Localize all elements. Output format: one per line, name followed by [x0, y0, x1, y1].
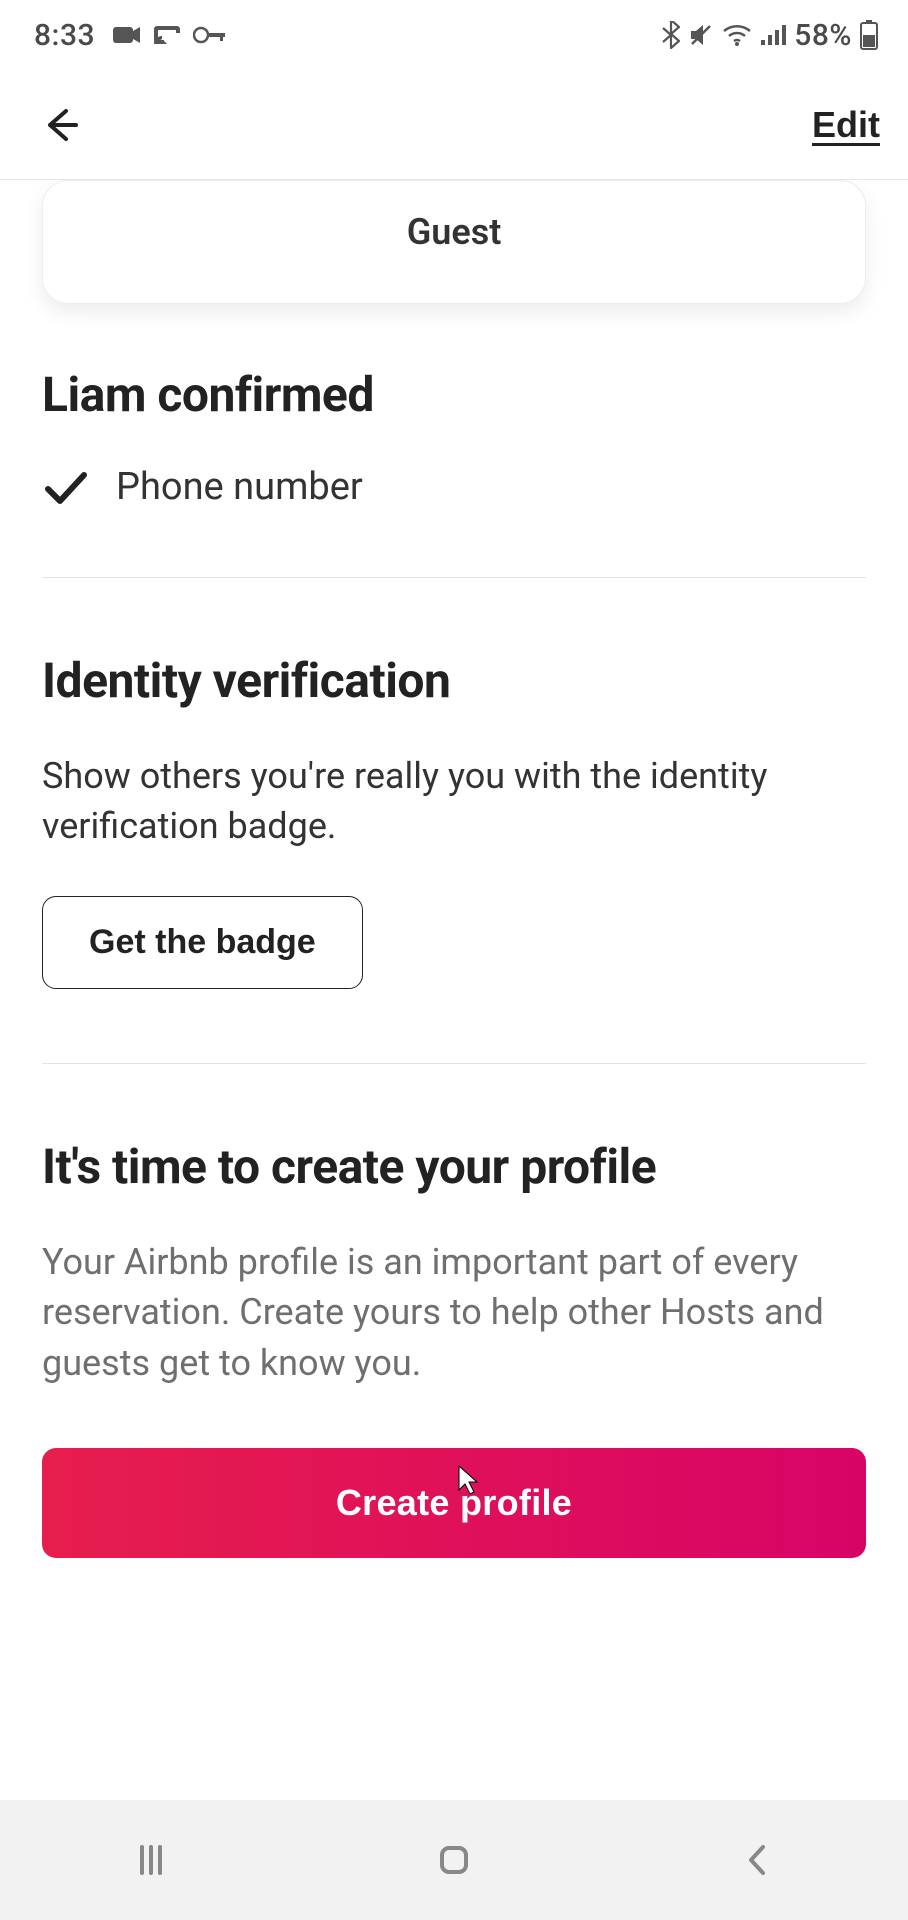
main-content: Guest Liam confirmed Phone number Identi…: [0, 180, 908, 1800]
divider: [42, 577, 866, 578]
guest-role-label: Guest: [43, 211, 865, 253]
battery-percent: 58%: [794, 18, 852, 53]
identity-body: Show others you're really you with the i…: [42, 751, 866, 852]
wifi-icon: [722, 23, 752, 47]
profile-heading: It's time to create your profile: [42, 1138, 866, 1195]
nav-back-button[interactable]: [697, 1820, 817, 1900]
cast-icon: [153, 24, 181, 46]
home-icon: [435, 1841, 473, 1879]
key-icon: [193, 26, 227, 44]
android-nav-bar: [0, 1800, 908, 1920]
get-badge-button[interactable]: Get the badge: [42, 896, 363, 989]
identity-heading: Identity verification: [42, 652, 866, 709]
status-time: 8:33: [34, 18, 95, 53]
battery-icon: [860, 20, 878, 50]
profile-body: Your Airbnb profile is an important part…: [42, 1237, 866, 1388]
confirmed-item: Phone number: [42, 465, 866, 509]
bluetooth-icon: [662, 21, 680, 49]
confirmed-item-label: Phone number: [116, 465, 363, 509]
divider: [42, 1063, 866, 1064]
home-button[interactable]: [394, 1820, 514, 1900]
app-header: Edit: [0, 70, 908, 180]
recents-icon: [132, 1841, 170, 1879]
guest-card: Guest: [42, 180, 866, 304]
status-right: 58%: [662, 18, 878, 53]
arrow-left-icon: [38, 103, 82, 147]
back-button[interactable]: [30, 95, 90, 155]
create-profile-label: Create profile: [336, 1482, 572, 1523]
recents-button[interactable]: [91, 1820, 211, 1900]
signal-icon: [760, 24, 786, 46]
camera-icon: [113, 25, 141, 45]
edit-button[interactable]: Edit: [812, 104, 880, 146]
chevron-left-icon: [743, 1841, 771, 1879]
mute-icon: [688, 22, 714, 48]
create-profile-button[interactable]: Create profile: [42, 1448, 866, 1558]
status-bar: 8:33 58%: [0, 0, 908, 70]
status-left: 8:33: [34, 18, 227, 53]
check-icon: [42, 467, 90, 507]
confirmed-heading: Liam confirmed: [42, 366, 866, 423]
